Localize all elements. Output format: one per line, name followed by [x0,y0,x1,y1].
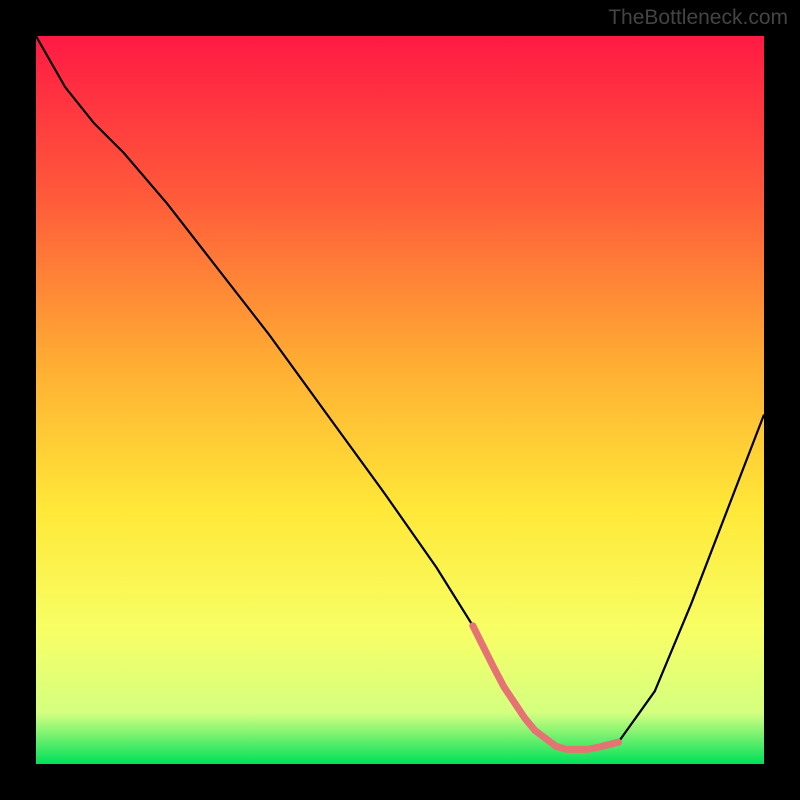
chart-area [36,36,764,764]
chart-svg [36,36,764,764]
gradient-rect [36,36,764,764]
watermark-text: TheBottleneck.com [608,6,788,30]
chart-background [36,36,764,764]
